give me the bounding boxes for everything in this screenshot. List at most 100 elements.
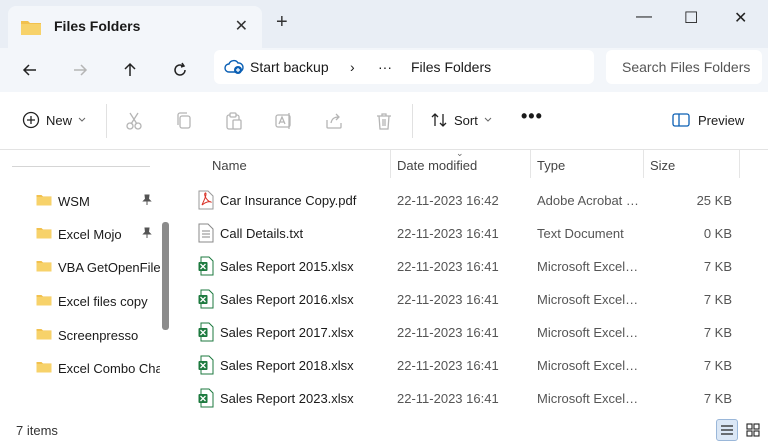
tiles-view-icon	[746, 423, 760, 437]
file-date-modified: 22-11-2023 16:41	[397, 259, 499, 274]
delete-icon[interactable]	[374, 111, 394, 131]
pin-icon[interactable]	[142, 194, 152, 209]
sidebar-item[interactable]: Excel Combo Chart	[36, 357, 160, 379]
search-placeholder: Search Files Folders	[622, 59, 751, 75]
more-options-button[interactable]: •••	[521, 106, 543, 127]
file-size: 0 KB	[703, 226, 732, 241]
column-divider[interactable]	[390, 150, 391, 178]
folder-icon	[36, 259, 52, 275]
sidebar-divider	[12, 166, 150, 167]
folder-icon	[36, 293, 52, 309]
file-type: Text Document	[537, 226, 624, 241]
excel-icon	[198, 322, 214, 345]
file-row[interactable]: Sales Report 2018.xlsx 22-11-2023 16:41 Mi…	[176, 349, 746, 382]
details-view-button[interactable]	[716, 419, 738, 441]
file-name[interactable]: Sales Report 2023.xlsx	[220, 391, 390, 406]
tab-title: Files Folders	[54, 18, 141, 34]
breadcrumb-separator-icon: ›	[350, 59, 355, 75]
file-row[interactable]: Call Details.txt 22-11-2023 16:41 Text Doc…	[176, 217, 746, 250]
folder-icon	[20, 18, 42, 39]
status-bar: 7 items	[0, 416, 768, 443]
file-row[interactable]: Car Insurance Copy.pdf 22-11-2023 16:42 Ad…	[176, 184, 746, 217]
excel-icon	[198, 355, 214, 378]
breadcrumb-overflow-button[interactable]: ···	[378, 59, 392, 75]
folder-icon	[36, 327, 52, 343]
new-tab-button[interactable]: +	[276, 12, 288, 32]
file-date-modified: 22-11-2023 16:41	[397, 391, 499, 406]
folder-icon	[36, 360, 52, 376]
tab-files-folders[interactable]: Files Folders ✕	[8, 6, 262, 48]
file-type: Microsoft Excel Worksheet	[537, 358, 639, 373]
sidebar-item[interactable]: Screenpresso	[36, 324, 160, 346]
details-view-icon	[721, 425, 733, 435]
refresh-button[interactable]	[168, 58, 192, 82]
column-divider[interactable]	[643, 150, 644, 178]
share-icon[interactable]	[324, 111, 344, 131]
chevron-down-icon	[484, 117, 492, 122]
sidebar-item-label: Excel files copy	[58, 293, 148, 309]
preview-label: Preview	[698, 112, 745, 128]
txt-icon	[198, 223, 214, 246]
file-name[interactable]: Car Insurance Copy.pdf	[220, 193, 390, 208]
sidebar-scrollbar[interactable]	[162, 222, 169, 330]
file-name[interactable]: Sales Report 2018.xlsx	[220, 358, 390, 373]
file-row[interactable]: Sales Report 2015.xlsx 22-11-2023 16:41 Mi…	[176, 250, 746, 283]
tiles-view-button[interactable]	[742, 419, 764, 441]
file-name[interactable]: Sales Report 2015.xlsx	[220, 259, 390, 274]
sidebar-item-label: VBA GetOpenFileName	[58, 259, 160, 275]
address-field[interactable]: Start backup › ··· Files Folders	[214, 50, 594, 84]
file-row[interactable]: Sales Report 2017.xlsx 22-11-2023 16:41 Mi…	[176, 316, 746, 349]
file-type: Microsoft Excel Worksheet	[537, 292, 639, 307]
preview-button[interactable]: Preview	[672, 112, 744, 128]
forward-button[interactable]	[68, 58, 92, 82]
sidebar-item[interactable]: VBA GetOpenFileName	[36, 256, 160, 278]
minimize-button[interactable]: —	[636, 8, 652, 26]
column-size[interactable]: Size	[650, 158, 675, 173]
breadcrumb-start-backup[interactable]: Start backup	[250, 59, 329, 75]
file-date-modified: 22-11-2023 16:41	[397, 292, 499, 307]
file-name[interactable]: Call Details.txt	[220, 226, 390, 241]
tab-close-icon[interactable]: ✕	[235, 16, 248, 36]
excel-icon	[198, 289, 214, 312]
file-date-modified: 22-11-2023 16:41	[397, 358, 499, 373]
file-row[interactable]: Sales Report 2023.xlsx 22-11-2023 16:41 Mi…	[176, 382, 746, 415]
excel-icon	[198, 388, 214, 411]
file-date-modified: 22-11-2023 16:42	[397, 193, 499, 208]
preview-pane-icon	[672, 113, 690, 127]
chevron-down-icon	[78, 117, 86, 122]
sidebar-item[interactable]: Excel files copy	[36, 290, 160, 312]
file-size: 7 KB	[703, 292, 732, 307]
pin-icon[interactable]	[142, 227, 152, 242]
back-button[interactable]	[18, 58, 42, 82]
toolbar-divider	[412, 104, 413, 138]
file-type: Microsoft Excel Worksheet	[537, 325, 639, 340]
paste-icon[interactable]	[224, 111, 244, 131]
column-name[interactable]: Name	[212, 158, 247, 173]
up-button[interactable]	[118, 58, 142, 82]
sort-icon	[431, 113, 447, 127]
file-name[interactable]: Sales Report 2017.xlsx	[220, 325, 390, 340]
rename-icon[interactable]	[274, 111, 294, 131]
search-input[interactable]: Search Files Folders	[606, 50, 762, 84]
arrow-left-icon	[22, 64, 36, 76]
cut-icon[interactable]	[124, 111, 144, 131]
file-row[interactable]: Sales Report 2016.xlsx 22-11-2023 16:41 Mi…	[176, 283, 746, 316]
sidebar-item-label: Excel Combo Chart	[58, 360, 160, 376]
folder-icon	[36, 193, 52, 209]
file-list: Name ⌄ Date modified Type Size Car Insur…	[176, 148, 768, 416]
sort-label: Sort	[454, 112, 478, 128]
column-divider[interactable]	[530, 150, 531, 178]
column-date-modified[interactable]: Date modified	[397, 158, 477, 173]
column-type[interactable]: Type	[537, 158, 565, 173]
toolbar-divider	[106, 104, 107, 138]
new-button[interactable]: New	[22, 111, 86, 129]
file-name[interactable]: Sales Report 2016.xlsx	[220, 292, 390, 307]
excel-icon	[198, 256, 214, 279]
maximize-button[interactable]: ☐	[684, 8, 698, 28]
sort-button[interactable]: Sort	[430, 111, 492, 129]
column-divider[interactable]	[739, 150, 740, 178]
breadcrumb-current[interactable]: Files Folders	[411, 59, 491, 75]
copy-icon[interactable]	[174, 111, 194, 131]
close-button[interactable]: ✕	[734, 8, 747, 28]
sidebar-item-label: WSM	[58, 193, 90, 209]
